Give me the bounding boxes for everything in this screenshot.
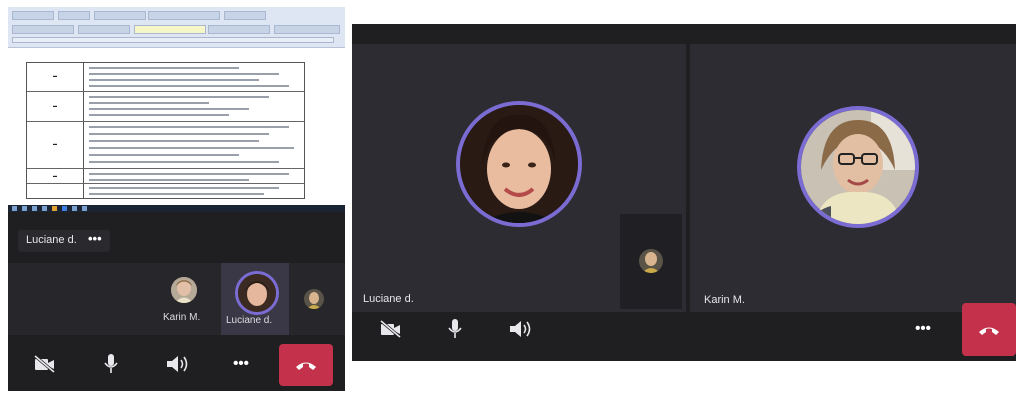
more-options-icon[interactable]: ••• xyxy=(908,316,938,340)
participant-name: Karin M. xyxy=(704,294,745,306)
participant-name: Luciane d. xyxy=(226,315,273,326)
camera-off-icon[interactable] xyxy=(376,318,406,340)
microphone-icon[interactable] xyxy=(442,316,468,342)
avatar xyxy=(171,277,197,303)
avatar xyxy=(639,249,663,273)
taskbar xyxy=(8,205,345,212)
participant-strip: Karin M. Luciane d. xyxy=(8,263,345,335)
more-options-icon[interactable]: ••• xyxy=(88,231,102,246)
speaker-icon[interactable] xyxy=(162,351,192,377)
hang-up-button[interactable] xyxy=(962,303,1016,356)
desktop-call-window: Luciane d. Karin M. ••• xyxy=(352,24,1016,361)
speaker-icon[interactable] xyxy=(505,316,535,342)
self-view[interactable] xyxy=(620,214,682,309)
hang-up-button[interactable] xyxy=(279,344,333,386)
avatar xyxy=(797,106,919,228)
participant-name: Luciane d. xyxy=(363,293,414,305)
shared-screen: ▬ ▬ ▬ ▬ xyxy=(8,7,345,212)
presenter-name: Luciane d. xyxy=(26,234,77,246)
participant-name: Karin M. xyxy=(163,312,201,323)
hang-up-icon xyxy=(296,362,316,370)
microphone-icon[interactable] xyxy=(98,351,124,377)
document-table: ▬ ▬ ▬ ▬ xyxy=(26,62,305,199)
avatar xyxy=(304,289,324,309)
call-controls: ••• xyxy=(352,303,1016,361)
mobile-call-window: ▬ ▬ ▬ ▬ Luciane d. ••• Karin M. Luciane … xyxy=(8,7,345,391)
avatar xyxy=(235,271,279,315)
camera-off-icon[interactable] xyxy=(30,353,60,375)
more-options-icon[interactable]: ••• xyxy=(226,351,256,375)
call-controls: ••• xyxy=(8,335,345,391)
presenter-chip[interactable]: Luciane d. ••• xyxy=(18,230,110,252)
participant-tile-luciane[interactable]: Luciane d. xyxy=(352,44,686,312)
self-thumb[interactable] xyxy=(300,263,328,335)
participant-thumb-luciane[interactable]: Luciane d. xyxy=(221,263,289,335)
participant-tile-karin[interactable]: Karin M. xyxy=(690,44,1016,312)
word-ribbon xyxy=(8,7,345,48)
participant-thumb-karin[interactable]: Karin M. xyxy=(154,263,214,335)
avatar xyxy=(456,101,582,227)
hang-up-icon xyxy=(979,327,999,335)
